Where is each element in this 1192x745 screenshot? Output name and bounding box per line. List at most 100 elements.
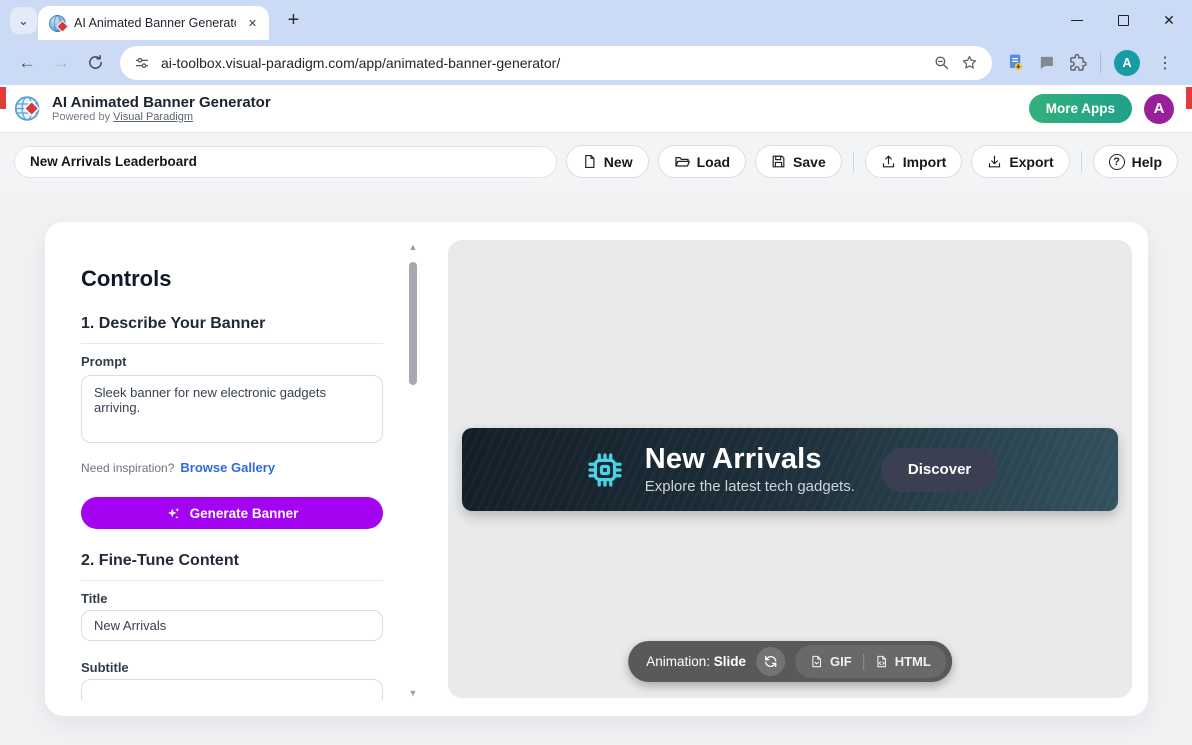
site-favicon-icon [49,15,66,32]
section-divider [81,343,383,344]
preview-panel: New Arrivals Explore the latest tech gad… [448,240,1132,698]
more-apps-button[interactable]: More Apps [1029,94,1132,123]
bookmark-star-icon[interactable] [961,54,978,71]
toolbar-divider [853,151,854,173]
scroll-up-icon[interactable]: ▲ [406,242,420,252]
help-button[interactable]: ? Help [1093,145,1178,178]
tab-close-icon[interactable]: ✕ [244,15,261,32]
user-avatar[interactable]: A [1144,94,1174,124]
prompt-label: Prompt [81,354,383,369]
browser-chrome: ⌄ AI Animated Banner Generator ✕ + ✕ ← → [0,0,1192,85]
replay-animation-button[interactable] [756,647,785,676]
refresh-icon [763,654,778,669]
screen: ⌄ AI Animated Banner Generator ✕ + ✕ ← → [0,0,1192,745]
main-card: Controls 1. Describe Your Banner Prompt … [45,222,1148,716]
export-segment: GIF HTML [795,645,946,678]
back-button[interactable]: ← [10,46,44,80]
section-describe-heading: 1. Describe Your Banner [81,315,383,333]
red-edge-left [0,87,6,109]
visual-paradigm-logo [14,94,43,123]
save-button[interactable]: Save [755,145,842,178]
export-button[interactable]: Export [971,145,1069,178]
tab-strip: ⌄ AI Animated Banner Generator ✕ + ✕ [0,0,1192,40]
site-info-icon[interactable] [134,55,150,71]
animation-value: Slide [714,654,746,669]
banner-text-block: New Arrivals Explore the latest tech gad… [645,444,855,495]
visual-paradigm-link[interactable]: Visual Paradigm [113,111,193,123]
segment-divider [863,654,864,670]
file-icon [582,154,597,169]
new-tab-button[interactable]: + [281,8,306,33]
tab-title: AI Animated Banner Generator [74,16,236,30]
toolbar-divider [1100,53,1101,73]
toolbar-divider [1081,151,1082,173]
browser-tab[interactable]: AI Animated Banner Generator ✕ [38,6,269,40]
banner-title: New Arrivals [645,444,855,474]
window-maximize-button[interactable] [1100,0,1146,40]
subtitle-label: Subtitle [81,660,383,675]
controls-panel: Controls 1. Describe Your Banner Prompt … [65,240,420,700]
window-controls: ✕ [1054,0,1192,40]
scroll-down-icon[interactable]: ▼ [406,688,420,698]
discover-button[interactable]: Discover [881,448,998,492]
chevron-down-icon: ⌄ [18,13,29,29]
project-name-input[interactable] [14,146,557,178]
controls-heading: Controls [81,266,383,292]
section-finetune-heading: 2. Fine-Tune Content [81,552,383,570]
banner-subtitle: Explore the latest tech gadgets. [645,478,855,495]
inspiration-text: Need inspiration? [81,461,174,475]
window-minimize-button[interactable] [1054,0,1100,40]
help-icon: ? [1109,154,1125,170]
preview-control-bar: Animation: Slide GIF [628,641,952,682]
subtitle-input[interactable] [81,679,383,700]
forward-button[interactable]: → [44,46,78,80]
new-button[interactable]: New [566,145,649,178]
red-edge-right [1186,87,1192,109]
url-text: ai-toolbox.visual-paradigm.com/app/anima… [161,55,922,71]
browse-gallery-link[interactable]: Browse Gallery [180,460,275,475]
export-html-button[interactable]: HTML [875,654,931,669]
download-icon [987,154,1002,169]
floppy-icon [771,154,786,169]
close-icon: ✕ [1163,13,1175,27]
generate-banner-button[interactable]: Generate Banner [81,497,383,529]
extensions-puzzle-icon[interactable] [1068,53,1087,72]
import-button[interactable]: Import [865,145,963,178]
zoom-icon[interactable] [933,54,950,71]
gif-file-icon [810,655,823,668]
banner-preview: New Arrivals Explore the latest tech gad… [462,428,1118,511]
reload-icon [87,54,104,71]
tab-search-button[interactable]: ⌄ [10,7,37,34]
address-bar[interactable]: ai-toolbox.visual-paradigm.com/app/anima… [120,46,992,80]
app-title: AI Animated Banner Generator [52,94,271,111]
load-button[interactable]: Load [658,145,746,178]
inspiration-row: Need inspiration? Browse Gallery [81,460,383,475]
app-title-block: AI Animated Banner Generator Powered by … [52,94,271,124]
upload-icon [881,154,896,169]
title-input[interactable] [81,610,383,641]
section-divider [81,580,383,581]
powered-by: Powered by Visual Paradigm [52,111,271,124]
sparkles-icon [166,506,181,521]
download-doc-extension-icon[interactable] [1006,53,1025,72]
flag-extension-icon[interactable] [1038,54,1055,71]
title-label: Title [81,591,383,606]
scrollbar-thumb[interactable] [409,262,417,385]
window-close-button[interactable]: ✕ [1146,0,1192,40]
prompt-textarea[interactable]: Sleek banner for new electronic gadgets … [81,375,383,443]
export-gif-button[interactable]: GIF [810,654,852,669]
minimize-icon [1071,20,1083,21]
html-file-icon [875,655,888,668]
maximize-icon [1118,15,1129,26]
reload-button[interactable] [78,46,112,80]
animation-status: Animation: Slide [646,654,746,669]
extensions-area: A ⋮ [1000,50,1182,76]
folder-open-icon [674,154,690,170]
controls-scrollbar: ▲ ▼ [406,240,420,700]
microchip-icon [582,447,628,493]
browser-menu-icon[interactable]: ⋮ [1153,53,1178,73]
address-bar-row: ← → ai-toolbox.visual-paradigm.com/app/a… [0,40,1192,85]
browser-profile-avatar[interactable]: A [1114,50,1140,76]
app-toolbar: New Load Save Import Export [0,133,1192,190]
app-header: AI Animated Banner Generator Powered by … [0,85,1192,133]
